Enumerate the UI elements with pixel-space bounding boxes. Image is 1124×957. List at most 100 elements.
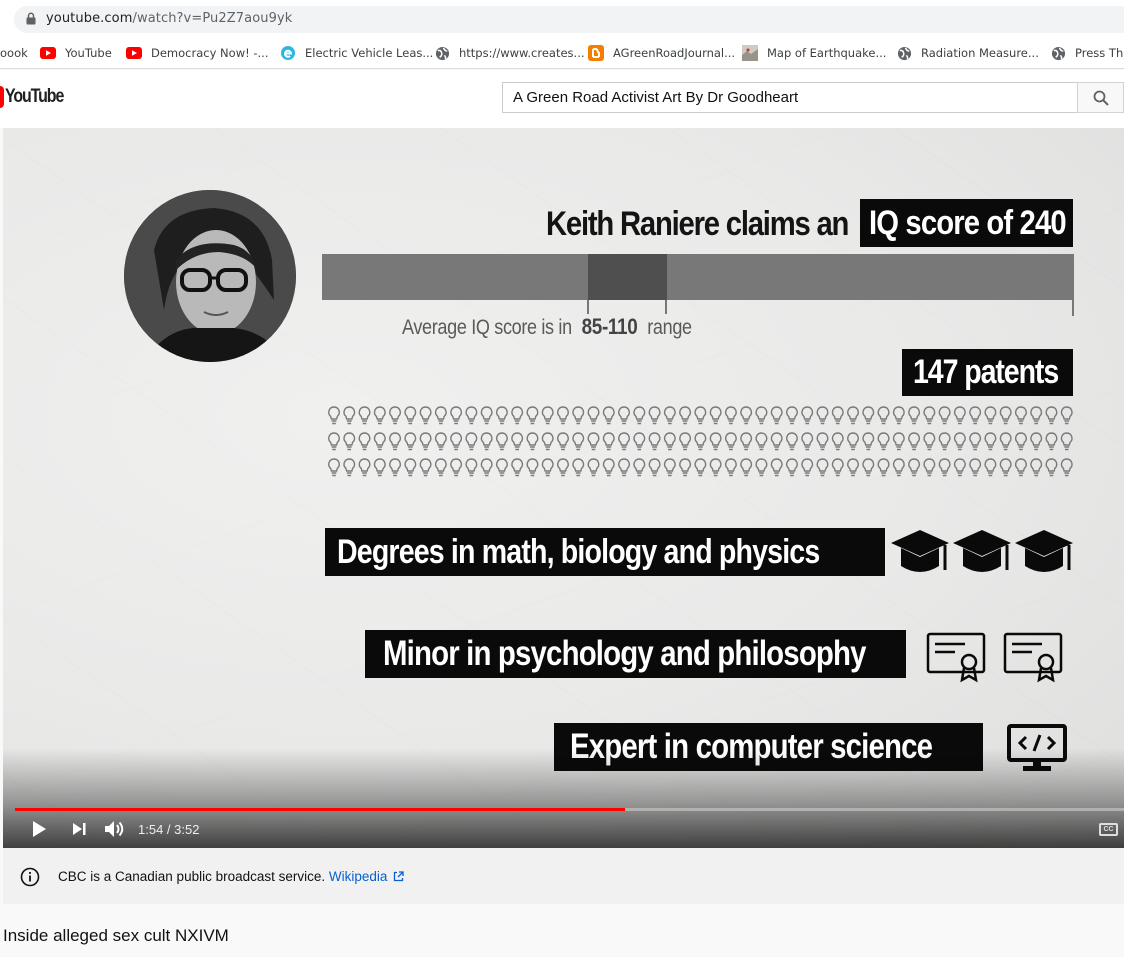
- bookmark-facebook[interactable]: oook: [0, 44, 28, 62]
- lightbulb-icon: [954, 458, 966, 477]
- lightbulb-icon: [984, 406, 997, 425]
- lightbulb-icon: [862, 432, 875, 451]
- lightbulb-icon: [557, 432, 569, 451]
- lightbulb-icon: [663, 406, 676, 425]
- lightbulb-icon: [892, 432, 905, 451]
- next-button[interactable]: [67, 818, 91, 840]
- lightbulb-icon: [984, 458, 997, 477]
- lightbulb-icon: [618, 432, 630, 451]
- lightbulb-icon: [389, 406, 401, 425]
- bookmark-youtube[interactable]: YouTube: [40, 44, 112, 62]
- lightbulb-icon: [328, 406, 340, 425]
- time-display: 1:54 / 3:52: [138, 822, 200, 837]
- lightbulb-icon: [847, 406, 859, 425]
- lightbulb-icon: [434, 432, 447, 451]
- wikipedia-link[interactable]: Wikipedia: [329, 869, 404, 884]
- bookmark-radiation-measure[interactable]: Radiation Measure...: [896, 44, 1039, 62]
- progress-bar[interactable]: [15, 808, 1124, 811]
- bookmark-label: https://www.creates...: [459, 46, 585, 60]
- lightbulb-icon: [862, 458, 875, 477]
- lightbulb-icon: [404, 458, 417, 477]
- lightbulb-icon: [816, 406, 829, 425]
- lightbulb-icon: [1060, 406, 1073, 425]
- url-domain: youtube.com: [46, 11, 133, 26]
- bookmark-agreenroad-journal[interactable]: AGreenRoadJournal...: [588, 44, 735, 62]
- play-button[interactable]: [27, 818, 51, 840]
- lightbulb-icon: [725, 406, 737, 425]
- lightbulb-icon: [541, 458, 554, 477]
- captions-button[interactable]: CC: [1099, 823, 1118, 836]
- iq-score-label: IQ score of 240: [860, 199, 1073, 247]
- bookmark-democracy-now[interactable]: Democracy Now! -...: [126, 44, 268, 62]
- lightbulb-icon: [663, 432, 676, 451]
- play-icon: [33, 821, 46, 837]
- lightbulb-icon: [740, 458, 753, 477]
- graduation-cap-icon: [1015, 530, 1073, 572]
- lightbulb-icon: [1045, 458, 1058, 477]
- bookmark-label: oook: [0, 46, 28, 60]
- claim-text: Keith Raniere claims an: [546, 205, 849, 243]
- url-path: /watch?v=Pu2Z7aou9yk: [132, 11, 293, 26]
- video-player[interactable]: Keith Raniere claims an IQ score of 240 …: [3, 128, 1124, 848]
- lightbulb-icon: [602, 458, 615, 477]
- lightbulb-icon: [923, 406, 936, 425]
- portrait-photo: [124, 190, 296, 362]
- magnifier-icon: [1093, 90, 1109, 106]
- lightbulb-icon: [450, 406, 462, 425]
- lightbulb-icon: [587, 432, 600, 451]
- lightbulb-icon: [587, 406, 600, 425]
- search-button[interactable]: [1077, 82, 1124, 113]
- bookmarks-bar: oook YouTube Democracy Now! -... Electri…: [0, 38, 1124, 69]
- bookmark-label: Democracy Now! -...: [151, 46, 269, 60]
- progress-played: [15, 808, 625, 811]
- lightbulb-icon: [725, 458, 737, 477]
- search-input[interactable]: [503, 83, 1078, 112]
- lightbulb-icon: [770, 406, 783, 425]
- external-link-icon: [394, 871, 404, 882]
- lightbulb-icon: [694, 406, 707, 425]
- lightbulb-icon: [816, 432, 829, 451]
- lightbulb-icon: [862, 406, 875, 425]
- average-iq-caption: Average IQ score is in 85-110 range: [402, 314, 692, 340]
- lightbulb-icon: [511, 458, 524, 477]
- bookmark-label: Electric Vehicle Leas...: [305, 46, 434, 60]
- lightbulb-icon: [908, 458, 920, 477]
- bookmark-earthquake-map[interactable]: Map of Earthquake...: [742, 44, 886, 62]
- lightbulb-icon: [969, 406, 982, 425]
- bookmark-label: YouTube: [65, 46, 112, 60]
- url-text[interactable]: youtube.com/watch?v=Pu2Z7aou9yk: [46, 11, 292, 26]
- lightbulb-icon: [572, 458, 585, 477]
- volume-button[interactable]: [102, 818, 128, 840]
- lightbulb-icon: [831, 432, 844, 451]
- lightbulb-icon: [831, 458, 844, 477]
- search-box: [502, 82, 1078, 113]
- bookmark-electric-vehicle[interactable]: Electric Vehicle Leas...: [280, 44, 433, 62]
- bookmark-press-this[interactable]: Press This: [1050, 44, 1124, 62]
- lightbulb-icon: [358, 406, 371, 425]
- globe-icon: [434, 45, 450, 61]
- lightbulb-icon: [908, 432, 920, 451]
- lightbulb-icon: [450, 458, 462, 477]
- lightbulb-icon: [633, 406, 646, 425]
- lightbulb-icon: [480, 432, 493, 451]
- lightbulb-icon: [999, 432, 1012, 451]
- lightbulb-icon: [709, 432, 722, 451]
- lightbulb-icon: [511, 406, 524, 425]
- lightbulb-icon: [648, 432, 661, 451]
- graduation-cap-icon: [891, 530, 949, 572]
- wikipedia-link-label: Wikipedia: [328, 869, 388, 884]
- lightbulb-icon: [679, 432, 691, 451]
- info-text: CBC is a Canadian public broadcast servi…: [58, 869, 404, 884]
- lightbulb-icon: [694, 458, 707, 477]
- patents-label: 147 patents: [902, 349, 1073, 396]
- certificate-icon: [926, 632, 986, 683]
- lock-icon: [26, 12, 36, 25]
- lightbulb-icon: [801, 432, 814, 451]
- range-tick-right: [665, 300, 667, 314]
- bookmark-createspace[interactable]: https://www.creates...: [434, 44, 585, 62]
- iq-score-text: IQ score of 240: [869, 203, 1067, 242]
- iq-scale-bar: [322, 254, 1074, 300]
- video-title: Inside alleged sex cult NXIVM: [3, 926, 229, 945]
- youtube-logo[interactable]: YouTube: [0, 86, 74, 108]
- lightbulb-icon: [373, 458, 386, 477]
